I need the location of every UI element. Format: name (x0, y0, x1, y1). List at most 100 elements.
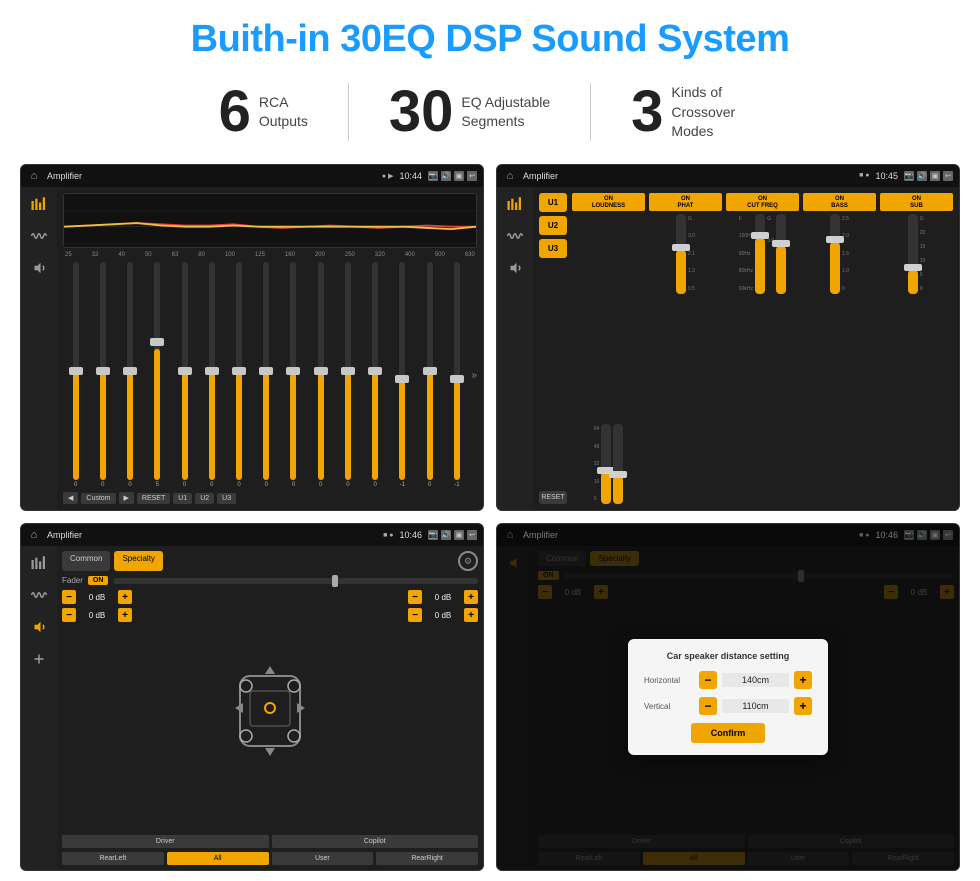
dot-icons-2: ■ ● (859, 172, 869, 179)
eq-slider-1[interactable]: 0 (63, 262, 88, 489)
reset-button-1[interactable]: RESET (137, 493, 170, 504)
status-bar-1: ⌂ Amplifier ● ▶ 10:44 📷 🔊 ▣ ↩ (21, 165, 483, 187)
features-row: 6 RCAOutputs 30 EQ AdjustableSegments 3 … (20, 83, 960, 142)
vol-minus-fr[interactable]: − (408, 590, 422, 604)
horizontal-minus-button[interactable]: − (699, 671, 717, 689)
feature-number-crossover: 3 (631, 83, 663, 141)
freq-320: 320 (375, 252, 385, 258)
camera-icon: 📷 (428, 171, 438, 181)
equalizer-icon-2[interactable] (504, 195, 526, 213)
loudness-slider[interactable] (601, 424, 611, 504)
eq-slider-4[interactable]: 5 (145, 262, 170, 489)
loudness-slider-2[interactable] (613, 424, 623, 504)
bass-slider[interactable] (830, 214, 840, 294)
waveform-icon-3[interactable] (28, 586, 50, 604)
vol-plus-rr[interactable]: + (464, 608, 478, 622)
horizontal-row: Horizontal − 140cm + (644, 671, 812, 689)
vol-control-rr: − 0 dB + (408, 608, 478, 622)
u2-preset-button[interactable]: U2 (539, 216, 567, 235)
freq-250: 250 (345, 252, 355, 258)
u2-button-1[interactable]: U2 (195, 493, 214, 504)
specialty-tab[interactable]: Specialty (114, 551, 162, 571)
eq-slider-8[interactable]: 0 (254, 262, 279, 489)
eq-slider-2[interactable]: 0 (90, 262, 115, 489)
u1-button-1[interactable]: U1 (173, 493, 192, 504)
eq-slider-14[interactable]: 0 (417, 262, 442, 489)
vol-minus-rr[interactable]: − (408, 608, 422, 622)
vertical-plus-button[interactable]: + (794, 697, 812, 715)
vol-plus-fr[interactable]: + (464, 590, 478, 604)
eq-slider-5[interactable]: 0 (172, 262, 197, 489)
eq-slider-11[interactable]: 0 (335, 262, 360, 489)
fader-slider[interactable] (113, 578, 478, 584)
right-vol-controls: − 0 dB + − 0 dB + (408, 590, 478, 831)
vol-value-fl: 0 dB (78, 593, 116, 602)
car-diagram (137, 590, 403, 831)
loudness-header: ONLOUDNESS (572, 193, 645, 211)
freq-125: 125 (255, 252, 265, 258)
home-icon[interactable]: ⌂ (27, 169, 41, 183)
speaker-icon[interactable] (28, 259, 50, 277)
prev-preset-button[interactable]: ◀ (63, 492, 78, 504)
left-sidebar-3 (21, 546, 57, 870)
volume-icon: 🔊 (441, 171, 451, 181)
eq-slider-10[interactable]: 0 (308, 262, 333, 489)
vol-plus-fl[interactable]: + (118, 590, 132, 604)
back-icon-2[interactable]: ↩ (943, 171, 953, 181)
copilot-button[interactable]: Copilot (272, 835, 479, 848)
sub-slider[interactable] (908, 214, 918, 294)
reset-button-2[interactable]: RESET (539, 491, 567, 504)
phat-slider[interactable] (676, 214, 686, 294)
speaker-icon-3[interactable] (28, 618, 50, 636)
eq-slider-6[interactable]: 0 (199, 262, 224, 489)
window-icon-3: ▣ (454, 530, 464, 540)
arrows-icon[interactable] (28, 650, 50, 668)
all-button[interactable]: All (167, 852, 269, 865)
vertical-row: Vertical − 110cm + (644, 697, 812, 715)
horizontal-plus-button[interactable]: + (794, 671, 812, 689)
confirm-button[interactable]: Confirm (691, 723, 766, 743)
user-button[interactable]: User (272, 852, 374, 865)
home-icon-3[interactable]: ⌂ (27, 528, 41, 542)
cutfreq-slider-2[interactable] (776, 214, 786, 294)
time-1: 10:44 (399, 171, 422, 181)
settings-circle-icon[interactable]: ⚙ (458, 551, 478, 571)
app-title-1: Amplifier (47, 171, 376, 181)
driver-button[interactable]: Driver (62, 835, 269, 848)
cutfreq-slider[interactable] (755, 214, 765, 294)
eq-slider-3[interactable]: 0 (117, 262, 142, 489)
u3-button-1[interactable]: U3 (217, 493, 236, 504)
vol-value-rl: 0 dB (78, 611, 116, 620)
eq-slider-15[interactable]: -1 (444, 262, 469, 489)
speaker-bottom-row: Driver Copilot (62, 835, 478, 848)
eq-slider-13[interactable]: -1 (390, 262, 415, 489)
waveform-icon[interactable] (28, 227, 50, 245)
common-tab[interactable]: Common (62, 551, 110, 571)
back-icon-3[interactable]: ↩ (467, 530, 477, 540)
rearright-button[interactable]: RearRight (376, 852, 478, 865)
time-2: 10:45 (875, 171, 898, 181)
u3-preset-button[interactable]: U3 (539, 239, 567, 258)
vertical-minus-button[interactable]: − (699, 697, 717, 715)
eq-sliders: 0 0 0 5 0 0 0 0 0 0 0 0 -1 0 -1 (63, 262, 477, 489)
eq-slider-12[interactable]: 0 (363, 262, 388, 489)
waveform-icon-2[interactable] (504, 227, 526, 245)
equalizer-icon-3[interactable] (28, 554, 50, 572)
eq-slider-7[interactable]: 0 (226, 262, 251, 489)
rearleft-button[interactable]: RearLeft (62, 852, 164, 865)
freq-500: 500 (435, 252, 445, 258)
vol-minus-rl[interactable]: − (62, 608, 76, 622)
screen-speaker: ⌂ Amplifier ■ ● 10:46 📷 🔊 ▣ ↩ (20, 523, 484, 871)
u1-preset-button[interactable]: U1 (539, 193, 567, 212)
play-button[interactable]: ▶ (119, 492, 134, 504)
fader-row: Fader ON (62, 576, 478, 585)
fader-label: Fader (62, 576, 83, 585)
vol-minus-fl[interactable]: − (62, 590, 76, 604)
equalizer-icon[interactable] (28, 195, 50, 213)
eq-slider-9[interactable]: 0 (281, 262, 306, 489)
vol-plus-rl[interactable]: + (118, 608, 132, 622)
speaker-icon-2[interactable] (504, 259, 526, 277)
back-icon-1[interactable]: ↩ (467, 171, 477, 181)
home-icon-2[interactable]: ⌂ (503, 169, 517, 183)
feature-text-eq: EQ AdjustableSegments (461, 93, 550, 132)
